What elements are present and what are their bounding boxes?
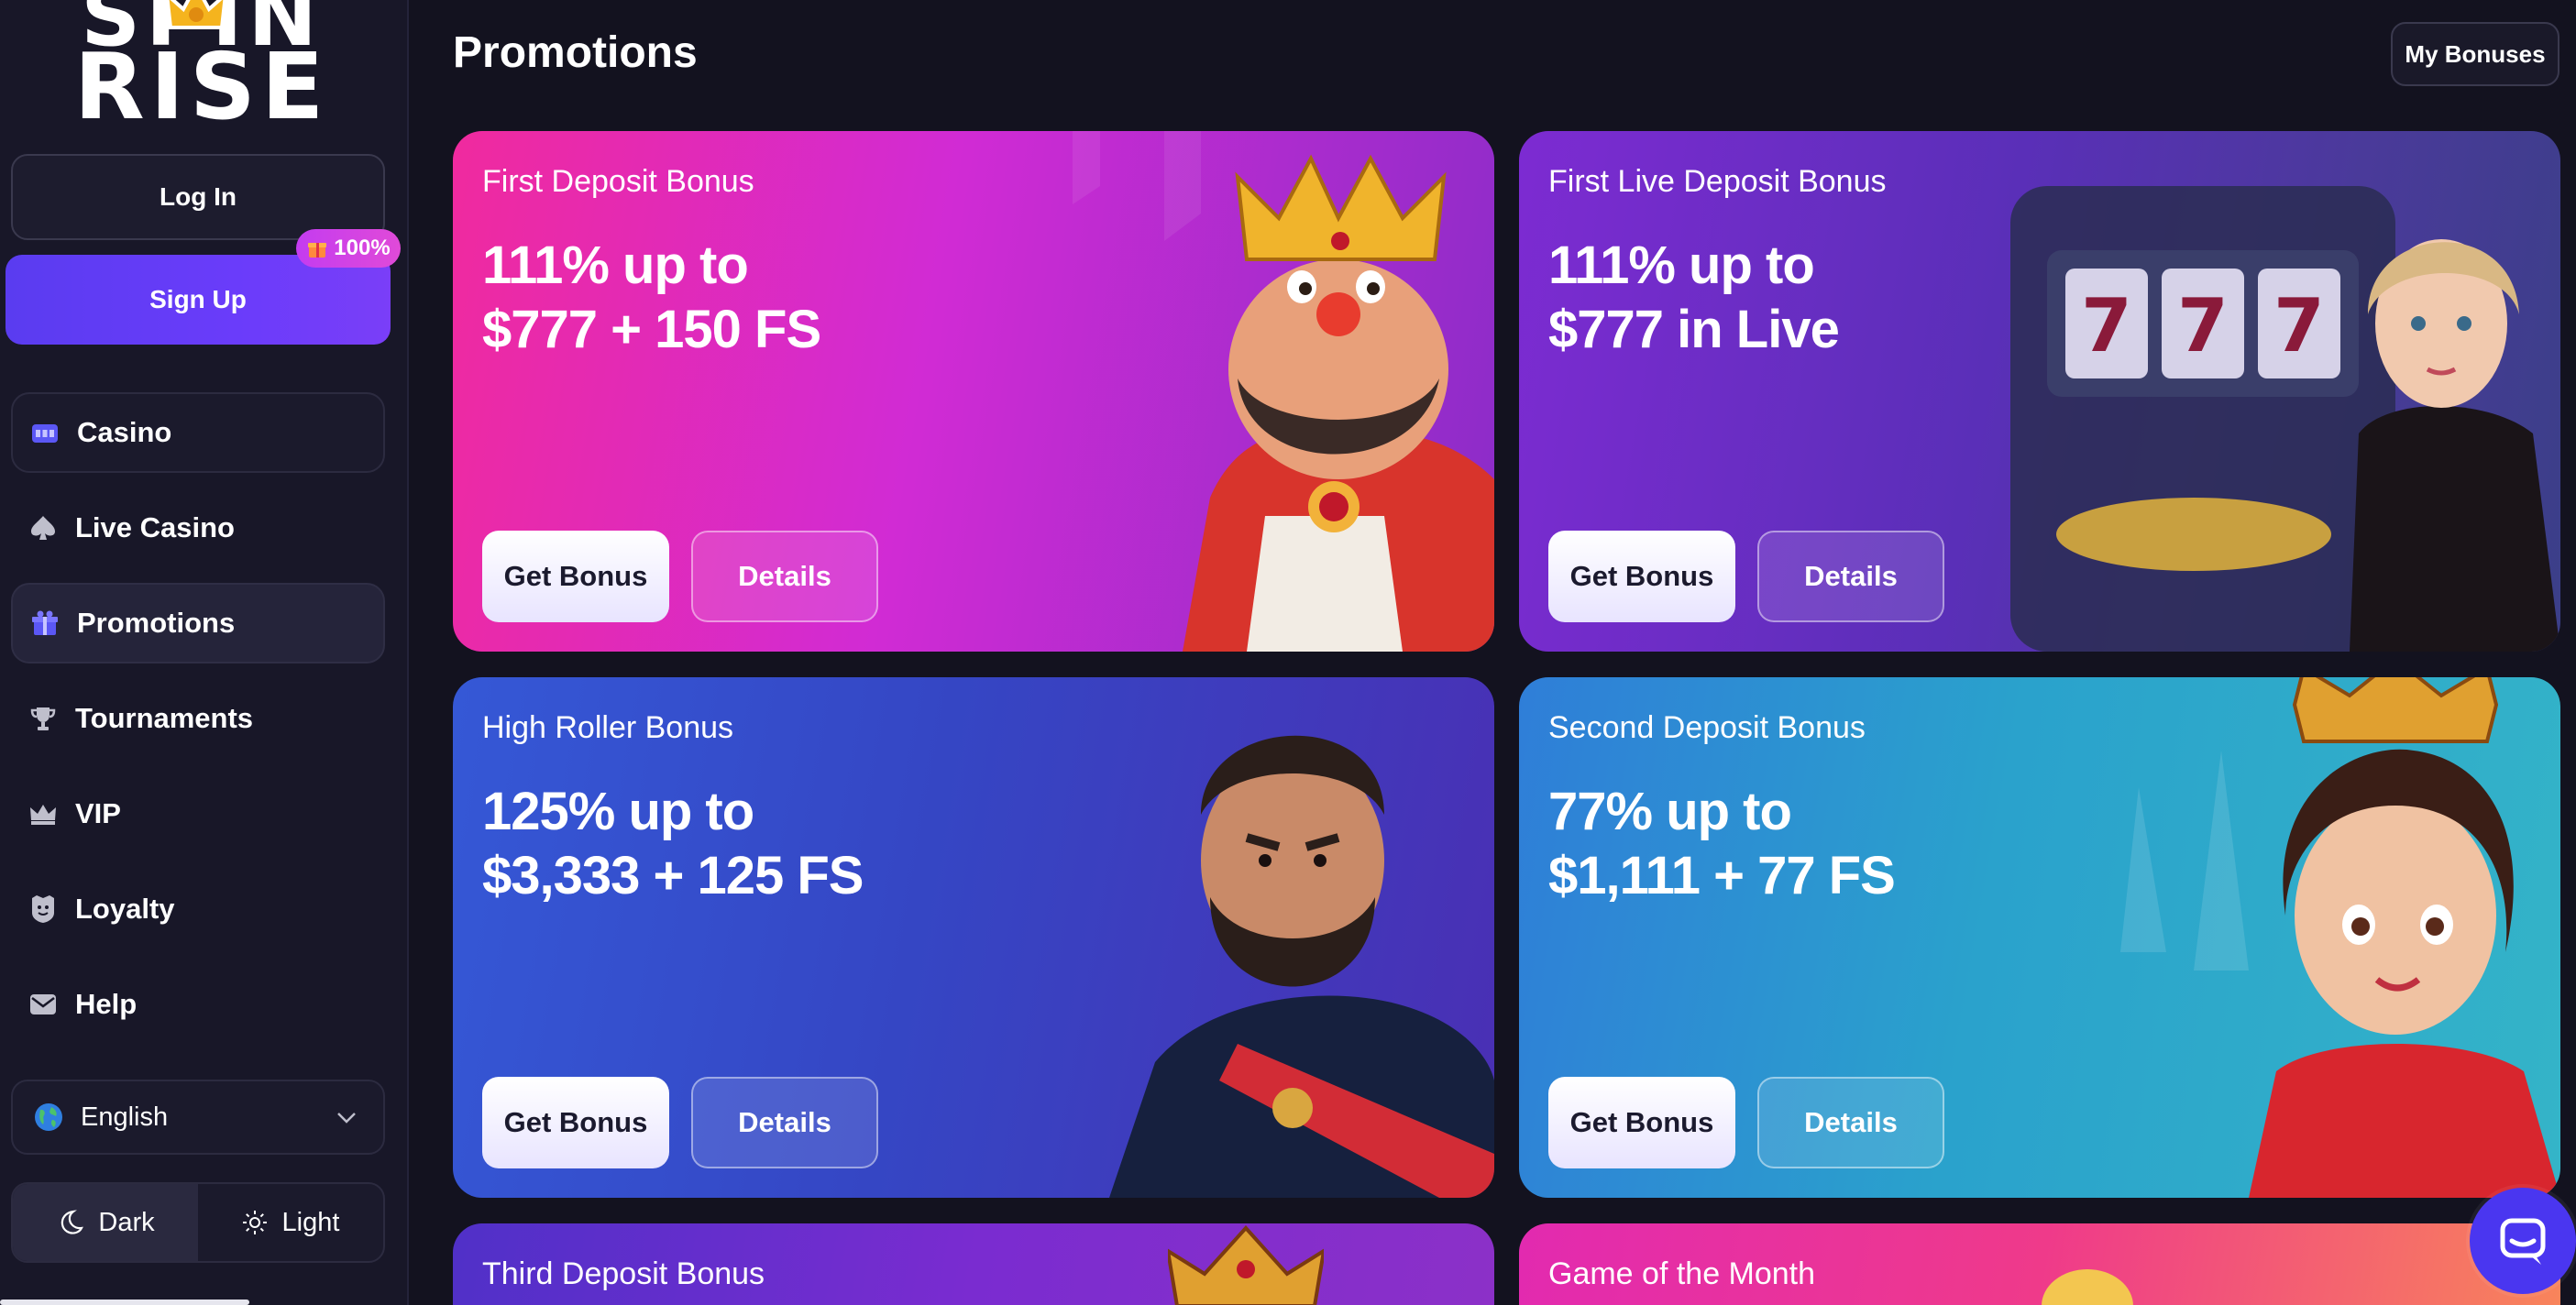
sidebar-item-tournaments[interactable]: Tournaments [11,678,385,759]
login-button[interactable]: Log In [11,154,385,240]
sidebar-item-help[interactable]: Help [11,964,385,1045]
signup-badge-text: 100% [334,236,391,260]
logo-text-bottom: RISE [73,33,330,140]
signup-button[interactable]: Sign Up [6,255,391,345]
king-character-illustration [1073,131,1494,652]
trophy-icon [28,703,59,734]
promo-card-offer: 125% up to $3,333 + 125 FS [482,780,1051,908]
app-root: SPIN RISE Log In Sign Up 100% Casino Liv… [0,0,2576,1305]
sidebar: SPIN RISE Log In Sign Up 100% Casino Liv… [0,0,409,1305]
offer-line-1: 77% up to [1548,782,1792,841]
sidebar-scrollbar[interactable] [0,1300,249,1305]
sidebar-item-label: Promotions [77,607,236,639]
details-button[interactable]: Details [1757,531,1944,622]
offer-line-2: $777 in Live [1548,300,1840,359]
promo-card-title: High Roller Bonus [482,710,734,745]
promo-card-title: Second Deposit Bonus [1548,710,1866,745]
promo-card-title: First Live Deposit Bonus [1548,164,1887,199]
promo-card-first-deposit: First Deposit Bonus 111% up to $777 + 15… [453,131,1494,652]
sidebar-item-label: Live Casino [75,511,235,543]
language-label: English [81,1102,169,1132]
sidebar-item-live-casino[interactable]: Live Casino [11,488,385,568]
sidebar-item-vip[interactable]: VIP [11,773,385,854]
sidebar-item-promotions[interactable]: Promotions [11,583,385,663]
queen-slot-machine-illustration: 7 7 7 [2010,186,2560,652]
get-bonus-button[interactable]: Get Bonus [1548,531,1735,622]
page-title: Promotions [453,28,698,77]
promo-card-title: Game of the Month [1548,1256,1816,1291]
sidebar-item-label: Casino [77,416,172,448]
sidebar-item-label: Help [75,988,138,1020]
promo-card-third-deposit: Third Deposit Bonus [453,1223,1494,1305]
slot-reel-3: 7 [2273,283,2325,368]
casino-icon [29,417,61,448]
get-bonus-button[interactable]: Get Bonus [482,531,669,622]
sidebar-item-casino[interactable]: Casino [11,392,385,473]
promo-card-title: First Deposit Bonus [482,164,754,199]
crown-icon [28,798,59,829]
promo-card-offer: 111% up to $777 + 150 FS [482,234,1051,362]
signup-bonus-badge: 100% [296,229,401,268]
captain-character-illustration [1109,735,1494,1198]
live-chat-button[interactable] [2470,1188,2576,1294]
promo-card-second-deposit: Second Deposit Bonus 77% up to $1,111 + … [1519,677,2560,1198]
offer-line-1: 125% up to [482,782,754,841]
offer-line-2: $1,111 + 77 FS [1548,846,1896,905]
details-button[interactable]: Details [1757,1077,1944,1168]
get-bonus-button[interactable]: Get Bonus [1548,1077,1735,1168]
promo-card-high-roller: High Roller Bonus 125% up to $3,333 + 12… [453,677,1494,1198]
sidebar-item-label: Loyalty [75,893,175,925]
sidebar-item-label: Tournaments [75,702,254,734]
chevron-down-icon [337,1113,356,1124]
gift-icon [308,243,327,258]
crown-illustration [1168,1225,1324,1305]
promo-card-game-of-the-month: Game of the Month [1519,1223,2560,1305]
details-button[interactable]: Details [691,531,878,622]
offer-line-1: 111% up to [482,236,749,295]
gift-icon [29,608,61,639]
promo-card-offer: 77% up to $1,111 + 77 FS [1548,780,2117,908]
theme-light-label: Light [281,1207,340,1237]
theme-dark-label: Dark [98,1207,155,1237]
offer-line-2: $777 + 150 FS [482,300,821,359]
sun-icon [242,1211,267,1234]
chat-bubble-icon [2500,1218,2546,1265]
theme-toggle: Dark Light [11,1182,385,1263]
get-bonus-button[interactable]: Get Bonus [482,1077,669,1168]
theme-light-button[interactable]: Light [198,1184,383,1261]
slot-reel-2: 7 [2177,283,2229,368]
sidebar-item-label: VIP [75,797,121,829]
language-select[interactable]: English [11,1080,385,1155]
spade-icon [28,512,59,543]
globe-icon [35,1103,62,1131]
coin-illustration [2042,1269,2133,1305]
promo-card-first-live-deposit: 7 7 7 First Live Deposit Bonus 111% up t… [1519,131,2560,652]
my-bonuses-button[interactable]: My Bonuses [2391,22,2559,86]
offer-line-2: $3,333 + 125 FS [482,846,864,905]
crown-logo-icon [165,0,227,29]
shield-icon [28,894,59,925]
details-button[interactable]: Details [691,1077,878,1168]
spinrise-logo[interactable]: SPIN RISE [55,0,348,140]
moon-icon [61,1210,84,1234]
princess-character-illustration [2120,677,2560,1198]
mail-icon [28,989,59,1020]
theme-dark-button[interactable]: Dark [13,1184,198,1261]
promo-card-offer: 111% up to $777 in Live [1548,234,2117,362]
promo-card-title: Third Deposit Bonus [482,1256,765,1291]
sidebar-item-loyalty[interactable]: Loyalty [11,869,385,949]
offer-line-1: 111% up to [1548,236,1815,295]
